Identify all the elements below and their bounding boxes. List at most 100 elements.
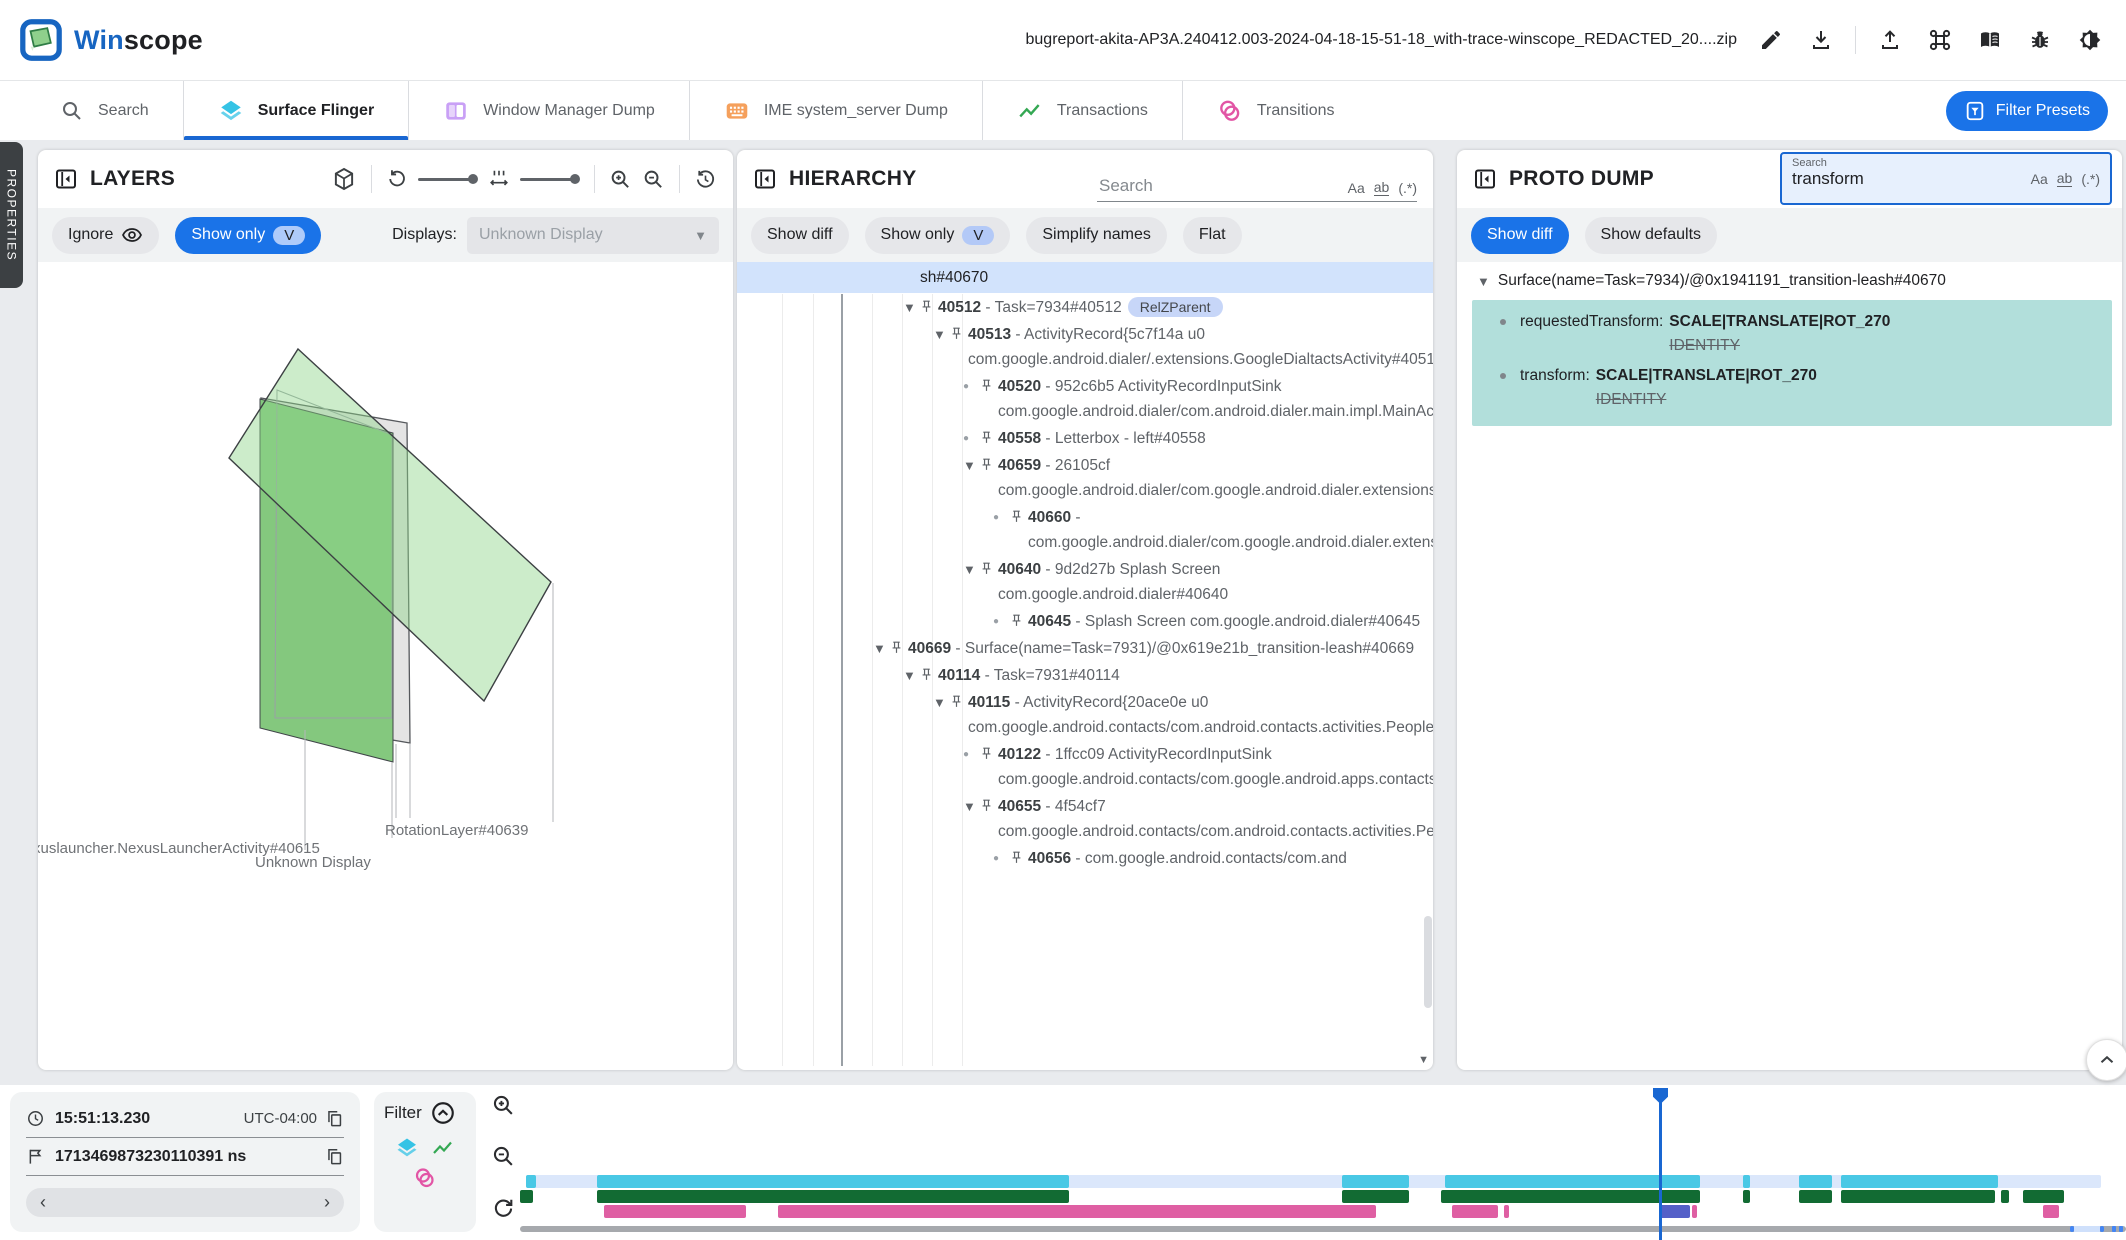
transitions-row-segment[interactable] — [1692, 1205, 1697, 1218]
transitions-row-segment[interactable] — [604, 1205, 746, 1218]
transactions-row-segment[interactable] — [1342, 1190, 1409, 1203]
dark-mode-icon[interactable] — [2070, 20, 2110, 60]
pin-icon[interactable] — [980, 562, 993, 575]
tab-transactions[interactable]: Transactions — [983, 81, 1183, 140]
show-diff-button[interactable]: Show diff — [751, 217, 849, 254]
tree-row[interactable]: ▼40659 - 26105cf com.google.android.dial… — [737, 453, 1433, 503]
collapse-arrow-icon[interactable]: ▼ — [963, 557, 980, 582]
report-bug-icon[interactable] — [2020, 20, 2060, 60]
show-defaults-button[interactable]: Show defaults — [1585, 217, 1718, 254]
pin-icon[interactable] — [980, 799, 993, 812]
upload-icon[interactable] — [1870, 20, 1910, 60]
tree-row[interactable]: ●40122 - 1ffcc09 ActivityRecordInputSink… — [737, 742, 1433, 792]
tree-row[interactable]: ●40558 - Letterbox - left#40558 — [737, 426, 1433, 451]
tree-row[interactable]: ▼40513 - ActivityRecord{5c7f14a u0 com.g… — [737, 322, 1433, 372]
scrollbar-mark[interactable] — [2112, 1226, 2116, 1232]
transactions-row-segment[interactable] — [2001, 1190, 2009, 1203]
collapse-arrow-icon[interactable]: ▼ — [873, 636, 890, 661]
zoom-in-icon[interactable] — [609, 168, 632, 191]
scrollbar-handle-left[interactable] — [2070, 1226, 2074, 1232]
pin-icon[interactable] — [980, 379, 993, 392]
expand-timeline-button[interactable] — [2086, 1039, 2126, 1081]
shortcuts-icon[interactable] — [1920, 20, 1960, 60]
match-case-toggle[interactable]: Aa — [2031, 171, 2048, 187]
pin-icon[interactable] — [890, 641, 903, 654]
surface-flinger-row-segment[interactable] — [1342, 1175, 1409, 1188]
property-row[interactable]: requestedTransform: SCALE|TRANSLATE|ROT_… — [1482, 310, 2102, 358]
tree-row[interactable]: ▼40512 - Task=7934#40512RelZParent — [737, 295, 1433, 320]
pin-icon[interactable] — [1010, 851, 1023, 864]
panel-collapse-icon[interactable] — [1473, 167, 1497, 191]
layers-3d-view[interactable]: RotationLayer#40639 xuslauncher.NexusLau… — [38, 262, 733, 1070]
tree-row[interactable]: ●40660 - com.google.android.dialer/com.g… — [737, 505, 1433, 555]
collapse-arrow-icon[interactable]: ▼ — [963, 453, 980, 478]
pin-icon[interactable] — [950, 327, 963, 340]
panel-collapse-icon[interactable] — [54, 167, 78, 191]
tree-row[interactable]: ●40656 - com.google.android.contacts/com… — [737, 846, 1433, 871]
transitions-row-segment[interactable] — [1452, 1205, 1498, 1218]
collapse-arrow-icon[interactable]: ▼ — [963, 794, 980, 819]
surface-flinger-row-segment[interactable] — [1841, 1175, 1998, 1188]
tree-row[interactable]: ▼40655 - 4f54cf7 com.google.android.cont… — [737, 794, 1433, 844]
ignore-button[interactable]: Ignore — [52, 217, 159, 254]
hierarchy-search-input[interactable] — [1097, 175, 1340, 197]
tab-ime-dump[interactable]: IME system_server Dump — [690, 81, 983, 140]
show-diff-button[interactable]: Show diff — [1471, 217, 1569, 254]
show-only-button[interactable]: Show only V — [865, 217, 1011, 254]
tab-window-manager-dump[interactable]: Window Manager Dump — [409, 81, 690, 140]
filter-presets-button[interactable]: Filter Presets — [1946, 91, 2108, 131]
displays-dropdown[interactable]: Unknown Display ▼ — [467, 217, 719, 254]
transitions-row-segment[interactable] — [1504, 1205, 1509, 1218]
pin-icon[interactable] — [1010, 510, 1023, 523]
transactions-row-segment[interactable] — [520, 1190, 533, 1203]
match-word-toggle[interactable]: ab — [2057, 170, 2073, 187]
proto-search-input[interactable] — [1792, 169, 2031, 189]
transactions-row-segment[interactable] — [1743, 1190, 1750, 1203]
pin-icon[interactable] — [980, 431, 993, 444]
simplify-names-button[interactable]: Simplify names — [1026, 217, 1166, 254]
tree-row[interactable]: ●40520 - 952c6b5 ActivityRecordInputSink… — [737, 374, 1433, 424]
pin-icon[interactable] — [980, 747, 993, 760]
tab-surface-flinger[interactable]: Surface Flinger — [184, 81, 409, 140]
tab-transitions[interactable]: Transitions — [1183, 81, 1369, 140]
surface-flinger-row-segment[interactable] — [526, 1175, 536, 1188]
proto-root-node[interactable]: ▼ Surface(name=Task=7934)/@0x1941191_tra… — [1457, 262, 2122, 298]
pin-icon[interactable] — [1010, 614, 1023, 627]
match-case-toggle[interactable]: Aa — [1348, 180, 1365, 196]
tree-row[interactable]: sh#40670 — [737, 262, 1433, 293]
regex-toggle[interactable]: (.*) — [2081, 171, 2100, 187]
surface-flinger-row-segment[interactable] — [1743, 1175, 1750, 1188]
surface-flinger-row-segment[interactable] — [597, 1175, 1069, 1188]
selected-transition-segment[interactable] — [1660, 1205, 1690, 1218]
timeline-canvas[interactable] — [0, 1085, 2126, 1240]
tree-row[interactable]: ▼40640 - 9d2d27b Splash Screen com.googl… — [737, 557, 1433, 607]
tab-search[interactable]: Search — [26, 81, 184, 140]
regex-toggle[interactable]: (.*) — [1398, 180, 1417, 196]
collapse-arrow-icon[interactable]: ▼ — [1477, 274, 1490, 289]
download-icon[interactable] — [1801, 20, 1841, 60]
scrollbar-thumb[interactable] — [1424, 916, 1432, 1008]
pin-icon[interactable] — [920, 668, 933, 681]
transitions-row-segment[interactable] — [2043, 1205, 2059, 1218]
show-only-button[interactable]: Show only V — [175, 217, 321, 254]
scroll-down-icon[interactable]: ▼ — [1418, 1054, 1429, 1066]
reset-view-icon[interactable] — [694, 168, 717, 191]
spacing-slider[interactable] — [520, 174, 580, 184]
scrollbar-mark[interactable] — [2119, 1226, 2123, 1232]
collapse-arrow-icon[interactable]: ▼ — [933, 690, 950, 715]
match-word-toggle[interactable]: ab — [1374, 179, 1390, 196]
surface-flinger-row-segment[interactable] — [1799, 1175, 1832, 1188]
transactions-row-segment[interactable] — [597, 1190, 1069, 1203]
edit-icon[interactable] — [1751, 20, 1791, 60]
pin-icon[interactable] — [950, 695, 963, 708]
flat-button[interactable]: Flat — [1183, 217, 1242, 254]
cube-3d-icon[interactable] — [331, 166, 357, 192]
rotation-slider[interactable] — [418, 174, 478, 184]
tree-row[interactable]: ▼40669 - Surface(name=Task=7931)/@0x619e… — [737, 636, 1433, 661]
zoom-out-icon[interactable] — [642, 168, 665, 191]
transactions-row-segment[interactable] — [1841, 1190, 1995, 1203]
pin-icon[interactable] — [980, 458, 993, 471]
timeline-scrollbar[interactable] — [520, 1226, 2126, 1232]
transactions-row-segment[interactable] — [2023, 1190, 2064, 1203]
timeline-cursor[interactable] — [1659, 1090, 1662, 1240]
